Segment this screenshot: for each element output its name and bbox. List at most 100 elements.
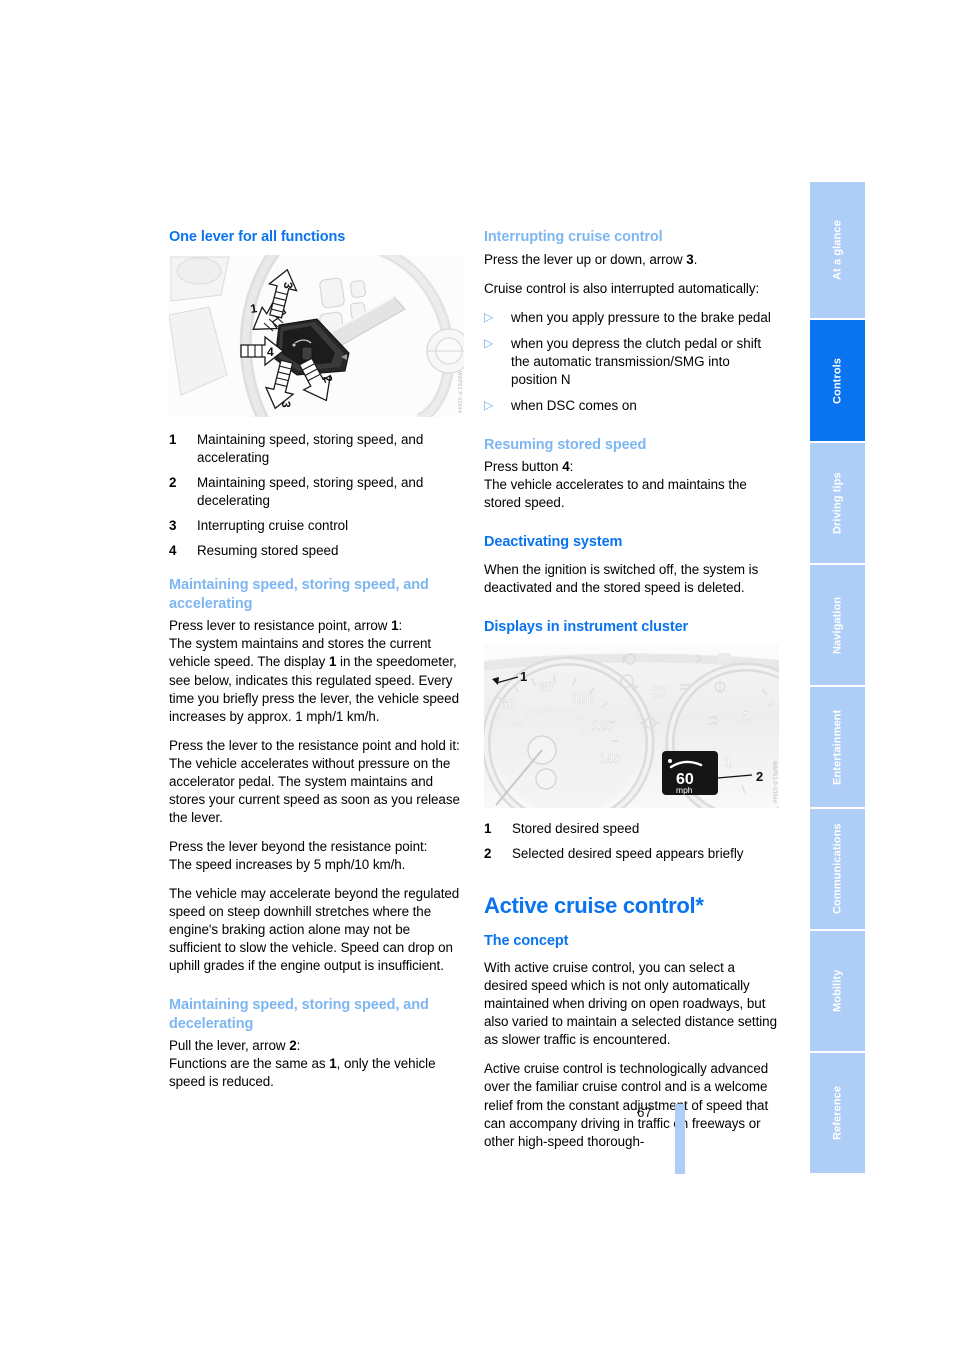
arrow-ref: 1 (329, 1056, 337, 1072)
legend-number: 1 (169, 432, 177, 448)
list-item: 4 Resuming stored speed (169, 542, 464, 560)
arrow-ref: 2 (289, 1038, 297, 1054)
paragraph-accelerating-1: Press lever to resistance point, arrow 1… (169, 617, 464, 725)
triangle-bullet-icon: ▷ (484, 397, 494, 412)
chapter-tab-sidebar: At a glance Controls Driving tips Naviga… (810, 182, 865, 1175)
svg-text:3: 3 (279, 401, 293, 408)
text-run: Press the lever up or down, arrow (484, 251, 687, 267)
sidebar-item-driving-tips[interactable]: Driving tips (810, 443, 865, 563)
tab-label: Communications (831, 823, 844, 915)
list-item: ▷ when you apply pressure to the brake p… (484, 309, 779, 327)
lever-legend-list: 1 Maintaining speed, storing speed, and … (169, 431, 464, 560)
text-run: Press the lever to the resistance point … (169, 737, 460, 753)
list-item: 3 Interrupting cruise control (169, 517, 464, 535)
interrupt-bullet-list: ▷ when you apply pressure to the brake p… (484, 309, 779, 415)
heading-resuming-stored-speed: Resuming stored speed (484, 436, 647, 453)
heading-one-lever: One lever for all functions (169, 229, 346, 245)
figure-code-cluster: WAP51.P-0354# (771, 761, 777, 804)
svg-text:DSC: DSC (652, 693, 667, 700)
text-run: Functions are the same as (169, 1056, 330, 1072)
sidebar-item-communications[interactable]: Communications (810, 809, 865, 929)
text-run: The vehicle accelerates without pressure… (169, 755, 460, 825)
sidebar-item-entertainment[interactable]: Entertainment (810, 687, 865, 807)
svg-text:2: 2 (742, 708, 750, 724)
section-title-active-cruise-control: Active cruise control* (484, 892, 704, 918)
text-run: Press lever to resistance point, arrow (169, 618, 392, 634)
sidebar-item-at-a-glance[interactable]: At a glance (810, 182, 865, 318)
legend-text: Maintaining speed, storing speed, and ac… (197, 432, 424, 466)
text-run: Press the lever beyond the resistance po… (169, 838, 428, 854)
paragraph-decelerating: Pull the lever, arrow 2: Functions are th… (169, 1037, 464, 1091)
heading-deactivating-system: Deactivating system (484, 534, 623, 551)
cluster-callout-2: 2 (756, 769, 763, 784)
svg-text:120: 120 (592, 718, 614, 733)
button-ref: 4 (562, 459, 570, 475)
list-item: 2 Selected desired speed appears briefly (484, 845, 779, 863)
legend-number: 1 (484, 820, 492, 836)
legend-number: 4 (169, 543, 177, 559)
svg-text:160: 160 (556, 706, 570, 715)
text-run: The vehicle accelerates to and maintains… (484, 477, 747, 511)
sidebar-item-navigation[interactable]: Navigation (810, 565, 865, 685)
sidebar-item-controls[interactable]: Controls (810, 320, 865, 441)
figure-steering-lever: 1 4 3 3 2 WAP51.P-0354# (169, 255, 464, 418)
manual-page: One lever for all functions 1 4 3 3 2 WA… (0, 0, 954, 1351)
tab-label: Controls (831, 357, 844, 404)
list-item: 2 Maintaining speed, storing speed, and … (169, 474, 464, 510)
legend-text: Selected desired speed appears briefly (512, 845, 744, 861)
cluster-callout-1: 1 (520, 669, 527, 684)
paragraph-interrupting-2: Cruise control is also interrupted autom… (484, 280, 760, 296)
heading-the-concept: The concept (484, 933, 569, 950)
bullet-text: when you apply pressure to the brake ped… (511, 309, 771, 325)
svg-text:200: 200 (578, 728, 592, 737)
tab-label: Driving tips (831, 472, 844, 534)
text-run: Press button (484, 459, 563, 475)
heading-interrupting-cruise-control: Interrupting cruise control (484, 229, 663, 245)
svg-text:180: 180 (572, 714, 586, 723)
tab-label: Entertainment (831, 709, 844, 785)
svg-text:140: 140 (539, 706, 553, 715)
text-run: : (569, 459, 574, 475)
paragraph-deactivating: When the ignition is switched off, the s… (484, 561, 759, 595)
svg-text:1: 1 (724, 754, 732, 770)
list-item: 1 Maintaining speed, storing speed, and … (169, 431, 464, 467)
svg-text:80: 80 (539, 679, 553, 694)
paragraph-resuming: Press button 4: The vehicle accelerates t… (484, 458, 779, 512)
page-marker-bar (675, 1104, 685, 1174)
paragraph-accelerating-4: The vehicle may accelerate beyond the re… (169, 885, 460, 973)
tab-label: Reference (831, 1085, 844, 1141)
list-item: ▷ when DSC comes on (484, 397, 779, 415)
legend-text: Interrupting cruise control (197, 518, 349, 534)
paragraph-accelerating-3: Press the lever beyond the resistance po… (169, 838, 464, 874)
text-run: Pull the lever, arrow (169, 1038, 290, 1054)
page-number: 67 (637, 1105, 652, 1120)
svg-text:60: 60 (500, 696, 516, 712)
legend-text: Stored desired speed (512, 820, 640, 836)
right-column: Interrupting cruise control Press the le… (484, 228, 779, 1162)
bullet-text: when you depress the clutch pedal or shi… (511, 335, 762, 387)
svg-text:100: 100 (510, 720, 524, 729)
figure-instrument-cluster: 60 80 100 120 140 100 120 140 160 180 20… (484, 644, 779, 808)
svg-text:120: 120 (524, 710, 538, 719)
paragraph-concept-2: Active cruise control is technologically… (484, 1061, 769, 1149)
svg-text:100: 100 (572, 690, 596, 706)
paragraph-accelerating-2: Press the lever to the resistance point … (169, 737, 464, 827)
left-column: One lever for all functions 1 4 3 3 2 WA… (169, 228, 464, 1102)
legend-number: 2 (484, 845, 492, 861)
figure-code-lever: WAP51.P-0354# (456, 370, 462, 414)
legend-number: 2 (169, 475, 177, 491)
arrow-ref: 3 (686, 251, 694, 267)
sidebar-item-reference[interactable]: Reference (810, 1053, 865, 1173)
text-run: The speed increases by 5 mph/10 km/h. (169, 856, 406, 872)
svg-text:ABS: ABS (652, 686, 666, 693)
heading-maintaining-decelerating: Maintaining speed, storing speed, and de… (169, 996, 429, 1032)
tab-label: At a glance (831, 220, 844, 280)
paragraph-interrupting-1: Press the lever up or down, arrow 3. (484, 251, 779, 269)
legend-number: 3 (169, 518, 177, 534)
text-run: : (296, 1038, 301, 1054)
triangle-bullet-icon: ▷ (484, 309, 494, 324)
list-item: ▷ when you depress the clutch pedal or s… (484, 335, 779, 389)
sidebar-item-mobility[interactable]: Mobility (810, 931, 865, 1051)
svg-text:3: 3 (281, 282, 295, 289)
tab-label: Mobility (831, 969, 844, 1013)
